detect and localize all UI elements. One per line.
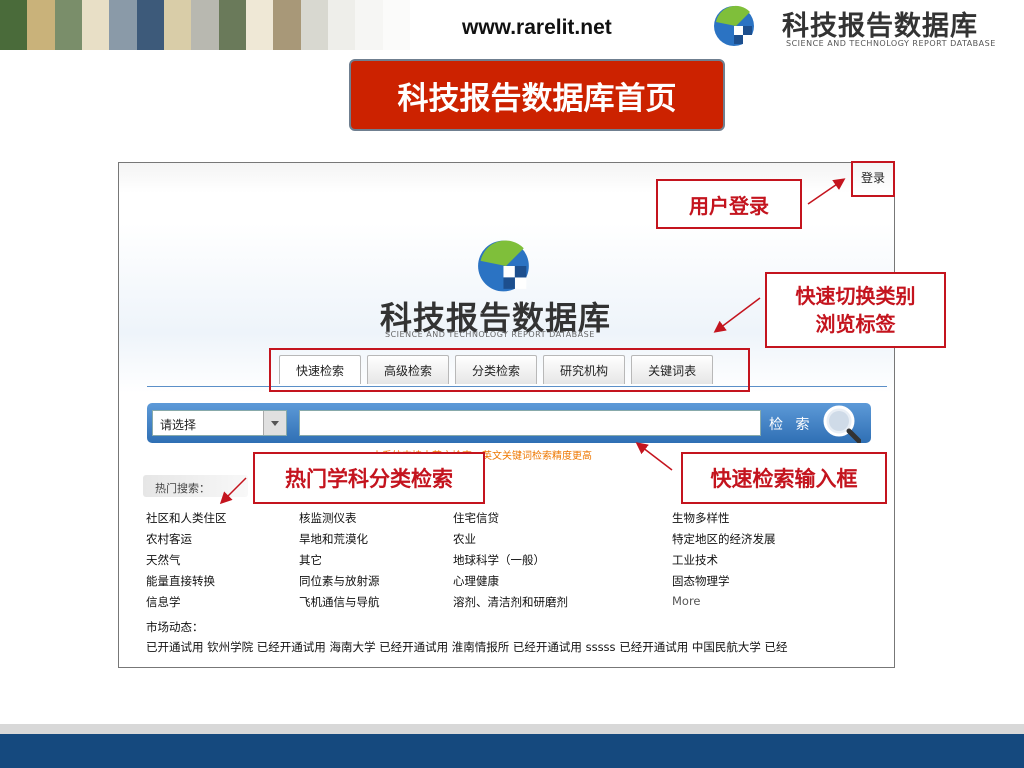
globe-logo-icon — [714, 5, 754, 46]
footer-divider — [0, 724, 1024, 734]
logo-subtitle: SCIENCE AND TECHNOLOGY REPORT DATABASE — [786, 39, 996, 48]
hot-search-link[interactable]: 核监测仪表 — [299, 510, 357, 526]
hot-search-link[interactable]: 心理健康 — [453, 573, 499, 589]
more-link[interactable]: More — [672, 594, 701, 608]
tabs-highlight-box — [269, 348, 750, 392]
market-news-ticker[interactable]: 已开通试用 钦州学院 已经开通试用 海南大学 已经开通试用 淮南情报所 已经开通… — [146, 639, 788, 655]
page-title: 科技报告数据库首页 — [349, 59, 725, 131]
hot-search-link[interactable]: 工业技术 — [672, 552, 718, 568]
market-news-label: 市场动态： — [146, 620, 204, 634]
hot-search-link[interactable]: 社区和人类住区 — [146, 510, 227, 526]
user-login-callout: 用户登录 — [656, 179, 802, 229]
hot-search-link[interactable]: 生物多样性 — [672, 510, 730, 526]
globe-logo-icon — [478, 240, 529, 292]
hot-search-link[interactable]: 天然气 — [146, 552, 181, 568]
hot-search-link[interactable]: 地球科学（一般） — [453, 552, 545, 568]
search-button[interactable]: 检 索 — [769, 414, 813, 434]
hot-search-link[interactable]: 农业 — [453, 531, 476, 547]
hot-category-callout: 热门学科分类检索 — [253, 452, 485, 504]
chevron-down-icon[interactable] — [263, 411, 286, 435]
search-input[interactable] — [299, 410, 761, 436]
hot-search-link[interactable]: 固态物理学 — [672, 573, 730, 589]
login-highlight-box — [851, 161, 895, 197]
site-url[interactable]: www.rarelit.net — [462, 16, 612, 40]
hot-search-label: 热门搜索： — [155, 482, 210, 495]
footer-bar — [0, 734, 1024, 768]
database-homepage-screenshot: 登录 科技报告数据库 SCIENCE AND TECHNOLOGY REPORT… — [118, 162, 895, 668]
book-spines-banner — [0, 0, 410, 50]
category-select[interactable]: 请选择 — [152, 410, 287, 436]
category-select-value: 请选择 — [160, 418, 197, 432]
quick-search-callout: 快速检索输入框 — [681, 452, 887, 504]
hot-search-link[interactable]: 能量直接转换 — [146, 573, 215, 589]
hot-search-link[interactable]: 信息学 — [146, 594, 181, 610]
logo-subtitle: SCIENCE AND TECHNOLOGY REPORT DATABASE — [385, 330, 595, 339]
hot-search-link[interactable]: 溶剂、清洁剂和研磨剂 — [453, 594, 568, 610]
hot-search-link[interactable]: 其它 — [299, 552, 322, 568]
logo-title: 科技报告数据库 — [782, 11, 978, 42]
switch-tabs-callout-line1: 快速切换类别 — [795, 284, 916, 308]
hot-search-header: 热门搜索： — [143, 475, 248, 497]
hot-search-link[interactable]: 旱地和荒漠化 — [299, 531, 368, 547]
switch-tabs-callout: 快速切换类别 浏览标签 — [765, 272, 946, 348]
hot-search-link[interactable]: 飞机通信与导航 — [299, 594, 380, 610]
search-bar: 请选择 检 索 — [147, 403, 871, 443]
search-icon[interactable] — [819, 401, 861, 443]
hot-search-link[interactable]: 特定地区的经济发展 — [672, 531, 776, 547]
hot-search-link[interactable]: 住宅信贷 — [453, 510, 499, 526]
hot-search-link[interactable]: 同位素与放射源 — [299, 573, 380, 589]
switch-tabs-callout-line2: 浏览标签 — [815, 312, 896, 336]
hot-search-link[interactable]: 农村客运 — [146, 531, 192, 547]
